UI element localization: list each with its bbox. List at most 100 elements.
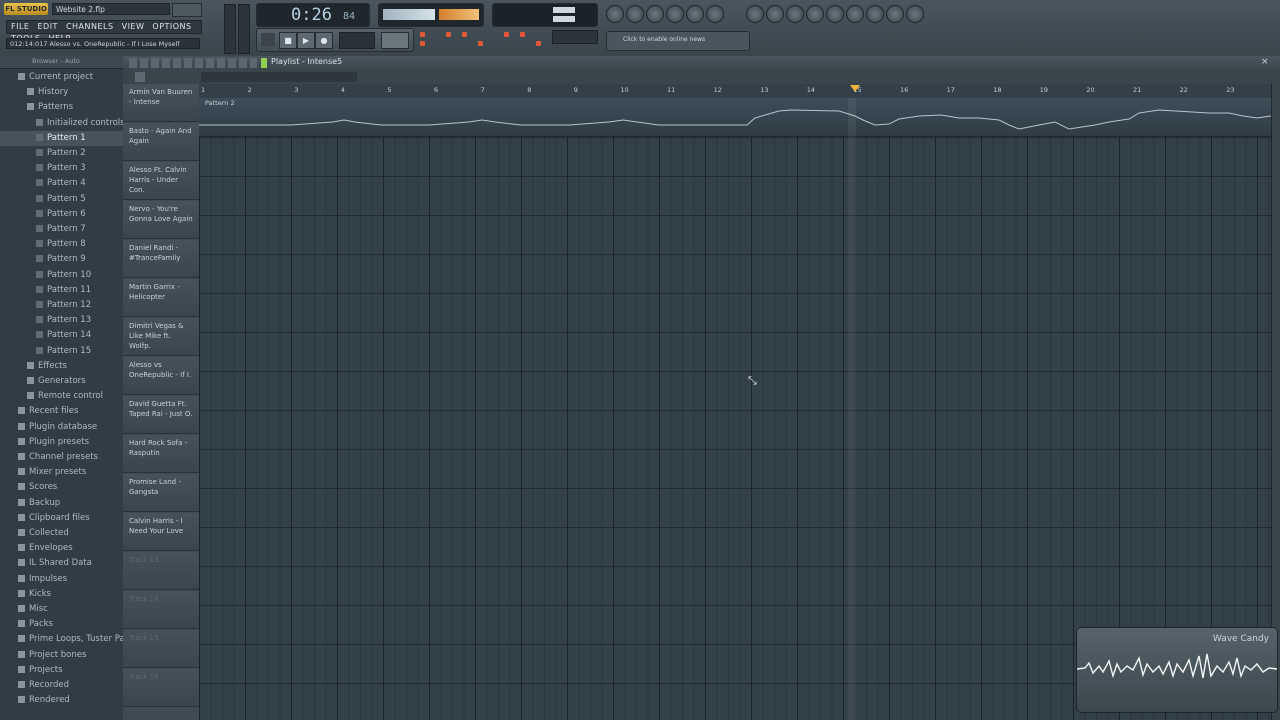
help2-icon[interactable]: [906, 5, 924, 23]
master-volume-slider[interactable]: [224, 4, 236, 54]
track-header[interactable]: Hard Rock Sofa - Rasputin: [123, 435, 199, 473]
time-display[interactable]: 0:26 84: [256, 3, 370, 27]
plugin-picker-icon[interactable]: [746, 5, 764, 23]
browser-item[interactable]: Pattern 12: [0, 298, 123, 313]
step-sequencer-icon[interactable]: [626, 5, 644, 23]
menu-edit[interactable]: EDIT: [33, 21, 61, 33]
browser-item[interactable]: Packs: [0, 617, 123, 632]
browser-item[interactable]: Remote control: [0, 389, 123, 404]
browser-item[interactable]: Project bones: [0, 648, 123, 663]
track-header[interactable]: Alesso vs OneRepublic - If I.: [123, 357, 199, 395]
browser-item[interactable]: Impulses: [0, 572, 123, 587]
browser-item[interactable]: Recorded: [0, 678, 123, 693]
led-icon[interactable]: [420, 41, 425, 46]
pattern-song-toggle[interactable]: [261, 33, 275, 46]
menu-channels[interactable]: CHANNELS: [62, 21, 118, 33]
track-header[interactable]: Martin Garrix - Helicopter: [123, 279, 199, 317]
mixer-icon[interactable]: [686, 5, 704, 23]
led-icon[interactable]: [478, 41, 483, 46]
browser-item[interactable]: Effects: [0, 359, 123, 374]
track-header[interactable]: Daniel Randi - #TranceFamily: [123, 240, 199, 278]
browser-item[interactable]: Projects: [0, 663, 123, 678]
help-icon[interactable]: [766, 5, 784, 23]
loop-record-icon[interactable]: [886, 5, 904, 23]
browser-item[interactable]: Generators: [0, 374, 123, 389]
led-icon[interactable]: [420, 32, 425, 37]
track-header[interactable]: Basto - Again And Again: [123, 123, 199, 161]
led-icon[interactable]: [446, 32, 451, 37]
browser-item[interactable]: IL Shared Data: [0, 556, 123, 571]
browser-item[interactable]: Initialized controls: [0, 116, 125, 131]
blend-icon[interactable]: [866, 5, 884, 23]
playlist-icon[interactable]: [606, 5, 624, 23]
browser-item[interactable]: Pattern 1: [0, 130, 123, 146]
browser-item[interactable]: Collected: [0, 526, 123, 541]
browser-item[interactable]: History: [0, 85, 123, 100]
track-header[interactable]: Armin Van Buuren - Intense: [123, 84, 199, 122]
browser-item[interactable]: Kicks: [0, 587, 123, 602]
browser-item[interactable]: Pattern 14: [0, 328, 123, 343]
browser-item[interactable]: Pattern 5: [0, 192, 123, 207]
browser-item[interactable]: Pattern 4: [0, 176, 123, 191]
online-news-bar[interactable]: Click to enable online news: [606, 31, 750, 51]
stop-button[interactable]: ■: [279, 32, 297, 49]
browser-item[interactable]: Current project: [0, 70, 123, 85]
channel-rack-icon[interactable]: [706, 5, 724, 23]
track-header[interactable]: Track 13: [123, 552, 199, 590]
window-buttons[interactable]: [172, 3, 202, 17]
track-header[interactable]: Calvin Harris - I Need Your Love: [123, 513, 199, 551]
browser-item[interactable]: Scores: [0, 480, 123, 495]
menu-file[interactable]: FILE: [7, 21, 33, 33]
led-icon[interactable]: [462, 32, 467, 37]
master-pitch-slider[interactable]: [238, 4, 250, 54]
led-icon[interactable]: [536, 41, 541, 46]
browser-item[interactable]: Plugin presets: [0, 435, 123, 450]
metronome-icon[interactable]: [786, 5, 804, 23]
browser-item[interactable]: Plugin database: [0, 420, 123, 435]
pattern-clip[interactable]: Pattern 2: [199, 98, 1271, 137]
browser-item[interactable]: Backup: [0, 496, 123, 511]
track-header[interactable]: Nervo - You're Gonna Love Again: [123, 201, 199, 239]
browser-item[interactable]: Pattern 8: [0, 237, 123, 252]
browser-item[interactable]: Pattern 7: [0, 222, 123, 237]
piano-roll-icon[interactable]: [646, 5, 664, 23]
browser-item[interactable]: Pattern 2: [0, 146, 123, 161]
browser-item[interactable]: Patterns: [0, 100, 123, 115]
tempo-display[interactable]: [339, 32, 375, 49]
browser-item[interactable]: Pattern 9: [0, 252, 123, 267]
browser-item[interactable]: Mixer presets: [0, 465, 123, 480]
step-edit-icon[interactable]: [846, 5, 864, 23]
led-icon[interactable]: [504, 32, 509, 37]
browser-item[interactable]: Envelopes: [0, 541, 123, 556]
browser-item[interactable]: Channel presets: [0, 450, 123, 465]
browser-item[interactable]: Clipboard files: [0, 511, 123, 526]
menu-view[interactable]: VIEW: [118, 21, 149, 33]
countdown-icon[interactable]: [826, 5, 844, 23]
timeline-ruler[interactable]: 1 2 3 4 5 6 7 8 9 10 11 12 13 14 15 16 17 18 19 20 21 22 23: [199, 84, 1271, 99]
browser-item[interactable]: Pattern 13: [0, 313, 123, 328]
playhead-marker[interactable]: [850, 85, 860, 92]
track-header[interactable]: David Guetta Ft. Taped Rai - Just O.: [123, 396, 199, 434]
vertical-scrollbar[interactable]: [1271, 84, 1280, 720]
browser-item[interactable]: Misc: [0, 602, 123, 617]
browser-icon[interactable]: [666, 5, 684, 23]
wait-icon[interactable]: [806, 5, 824, 23]
pattern-selector[interactable]: [381, 32, 409, 49]
play-button[interactable]: ▶: [297, 32, 315, 49]
track-header[interactable]: Dimitri Vegas & Like Mike ft. Wolfp.: [123, 318, 199, 356]
track-header[interactable]: Track 16: [123, 669, 199, 707]
snap-selector[interactable]: [552, 30, 598, 44]
browser-item[interactable]: Pattern 11: [0, 283, 123, 298]
close-icon[interactable]: ×: [1261, 57, 1271, 67]
record-button[interactable]: ●: [315, 32, 333, 49]
browser-item[interactable]: Recent files: [0, 404, 123, 419]
menu-options[interactable]: OPTIONS: [148, 21, 195, 33]
browser-item[interactable]: Prime Loops, Tuster Pack: [0, 632, 134, 647]
browser-item[interactable]: Pattern 10: [0, 268, 123, 283]
led-icon[interactable]: [520, 32, 525, 37]
browser-item[interactable]: Pattern 15: [0, 344, 123, 359]
browser-item[interactable]: Pattern 6: [0, 207, 123, 222]
wave-candy-plugin[interactable]: Wave Candy: [1076, 627, 1278, 713]
browser-item[interactable]: Rendered: [0, 693, 123, 708]
track-header[interactable]: Track 14: [123, 591, 199, 629]
